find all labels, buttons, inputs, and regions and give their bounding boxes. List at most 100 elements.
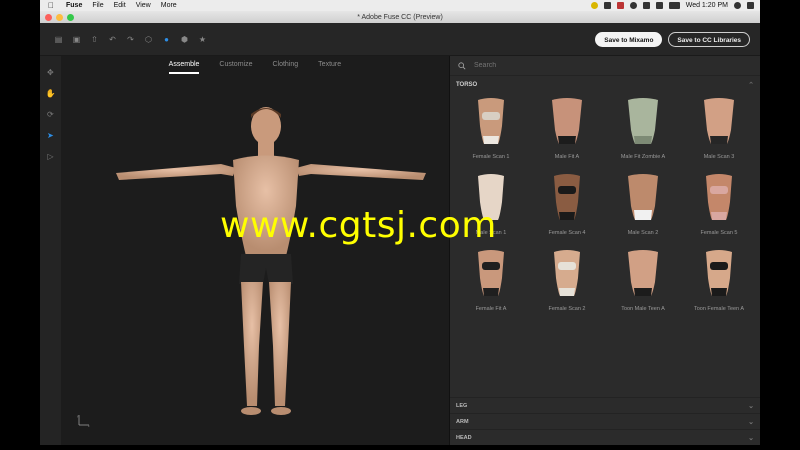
menu-list-icon[interactable]: [747, 2, 754, 9]
torso-thumbnail: [554, 250, 580, 296]
spotlight-icon[interactable]: [734, 2, 741, 9]
sync-icon[interactable]: [629, 2, 637, 9]
torso-thumbnail: [706, 250, 732, 296]
torso-item[interactable]: Female Fit A: [456, 248, 526, 314]
open-icon[interactable]: ▣: [72, 35, 81, 44]
torso-item[interactable]: Female Scan 5: [684, 172, 754, 238]
axis-gizmo: y x: [77, 414, 90, 427]
torso-item[interactable]: Female Scan 2: [532, 248, 602, 314]
menubar-status: Wed 1:20 PM: [590, 2, 760, 9]
torso-thumbnail: [704, 98, 734, 144]
home-icon[interactable]: [603, 2, 611, 9]
menubar:  Fuse File Edit View More Wed 1:20 PM: [40, 0, 760, 11]
titlebar: * Adobe Fuse CC (Preview): [40, 11, 760, 23]
item-label: Female Scan 2: [548, 306, 586, 312]
orbit-icon[interactable]: ✥: [46, 68, 55, 77]
torso-thumbnail: [478, 250, 504, 296]
torso-thumbnail: [478, 98, 504, 144]
menu-app[interactable]: Fuse: [66, 2, 82, 9]
section-head[interactable]: HEAD ⌄: [450, 429, 760, 445]
save-to-cc-libraries-button[interactable]: Save to CC Libraries: [668, 31, 750, 47]
volume-icon[interactable]: [655, 2, 663, 9]
menu-edit[interactable]: Edit: [114, 2, 126, 9]
app-window: * Adobe Fuse CC (Preview) ▤ ▣ ⇧ ↶ ↷ ⬡ ● …: [40, 11, 760, 445]
torso-item[interactable]: Male Fit Zombie A: [608, 96, 678, 162]
section-arm[interactable]: ARM ⌄: [450, 413, 760, 429]
torso-item[interactable]: Male Fit A: [532, 96, 602, 162]
battery-icon[interactable]: [668, 2, 680, 9]
screen:  Fuse File Edit View More Wed 1:20 PM: [0, 0, 800, 450]
item-label: Female Scan 4: [548, 230, 586, 236]
tool-rail: ✥ ✋ ⟳ ➤ ▷: [40, 56, 61, 445]
apple-icon[interactable]: : [48, 1, 58, 10]
torso-item[interactable]: Toon Male Teen A: [608, 248, 678, 314]
rotate-icon[interactable]: ⟳: [46, 110, 55, 119]
toolbar-icons: ▤ ▣ ⇧ ↶ ↷ ⬡ ● ⬢ ★: [54, 35, 207, 44]
box-icon[interactable]: ⬢: [180, 35, 189, 44]
import-icon[interactable]: ▤: [54, 35, 63, 44]
3d-viewport[interactable]: Assemble Customize Clothing Texture y x: [60, 56, 449, 445]
section-head-label: HEAD: [456, 434, 472, 441]
star-icon[interactable]: ★: [198, 35, 207, 44]
chevron-down-icon[interactable]: ⌄: [748, 418, 754, 426]
torso-grid: Female Scan 1 Male Fit A Male Fit Zombie…: [450, 94, 760, 314]
section-torso-label: TORSO: [456, 82, 478, 88]
torso-thumbnail: [628, 174, 658, 220]
torso-item[interactable]: Female Scan 1: [456, 96, 526, 162]
search-bar: [450, 56, 760, 76]
sphere-icon[interactable]: ●: [162, 35, 171, 44]
chevron-up-icon[interactable]: ⌃: [748, 81, 754, 89]
asset-panel: TORSO ⌃ Female Scan 1 Male Fit A Male Fi…: [449, 56, 760, 445]
toolbar: ▤ ▣ ⇧ ↶ ↷ ⬡ ● ⬢ ★ Save to Mixamo Save to…: [40, 23, 760, 56]
section-torso[interactable]: TORSO ⌃: [450, 76, 760, 94]
chevron-down-icon[interactable]: ⌄: [748, 402, 754, 410]
torso-thumbnail: [554, 174, 580, 220]
collapsed-sections: LEG ⌄ ARM ⌄ HEAD ⌄: [450, 397, 760, 445]
item-label: Female Fit A: [475, 306, 507, 312]
torso-item[interactable]: Toon Female Teen A: [684, 248, 754, 314]
item-label: Male Scan 1: [475, 230, 507, 236]
item-label: Male Fit Zombie A: [620, 154, 666, 160]
clock[interactable]: Wed 1:20 PM: [686, 2, 728, 9]
undo-icon[interactable]: ↶: [108, 35, 117, 44]
torso-thumbnail: [706, 174, 732, 220]
torso-item[interactable]: Male Scan 2: [608, 172, 678, 238]
item-label: Toon Female Teen A: [693, 306, 745, 312]
workspace: ✥ ✋ ⟳ ➤ ▷ Assemble Customize Clothing Te…: [40, 56, 760, 445]
window-title: * Adobe Fuse CC (Preview): [357, 13, 443, 21]
torso-item[interactable]: Female Scan 4: [532, 172, 602, 238]
section-leg-label: LEG: [456, 402, 468, 409]
save-to-mixamo-button[interactable]: Save to Mixamo: [595, 31, 663, 47]
export-icon[interactable]: ▷: [46, 152, 55, 161]
item-label: Male Scan 2: [627, 230, 659, 236]
select-arrow-icon[interactable]: ➤: [46, 131, 55, 140]
toolbar-buttons: Save to Mixamo Save to CC Libraries: [595, 31, 750, 47]
menu-more[interactable]: More: [161, 2, 177, 9]
item-label: Female Scan 1: [472, 154, 510, 160]
section-leg[interactable]: LEG ⌄: [450, 397, 760, 413]
save-icon[interactable]: ⇧: [90, 35, 99, 44]
torso-item[interactable]: Male Scan 1: [456, 172, 526, 238]
item-label: Female Scan 5: [700, 230, 738, 236]
menu-file[interactable]: File: [92, 2, 103, 9]
axis-x-label: x: [88, 424, 90, 427]
shield-icon[interactable]: [616, 2, 624, 9]
search-icon: [458, 61, 466, 69]
character-model[interactable]: [61, 56, 471, 445]
torso-thumbnail: [552, 98, 582, 144]
wifi-icon[interactable]: [642, 2, 650, 9]
chevron-down-icon[interactable]: ⌄: [748, 434, 754, 442]
status-app-icon[interactable]: [590, 2, 598, 9]
torso-item[interactable]: Male Scan 3: [684, 96, 754, 162]
cube-icon[interactable]: ⬡: [144, 35, 153, 44]
item-label: Toon Male Teen A: [621, 306, 665, 312]
torso-thumbnail: [478, 174, 504, 220]
redo-icon[interactable]: ↷: [126, 35, 135, 44]
torso-thumbnail: [628, 98, 658, 144]
pan-icon[interactable]: ✋: [46, 89, 56, 98]
item-label: Male Scan 3: [703, 154, 735, 160]
item-label: Male Fit A: [554, 154, 580, 160]
search-input[interactable]: [474, 62, 674, 69]
section-arm-label: ARM: [456, 418, 469, 425]
menu-view[interactable]: View: [136, 2, 151, 9]
